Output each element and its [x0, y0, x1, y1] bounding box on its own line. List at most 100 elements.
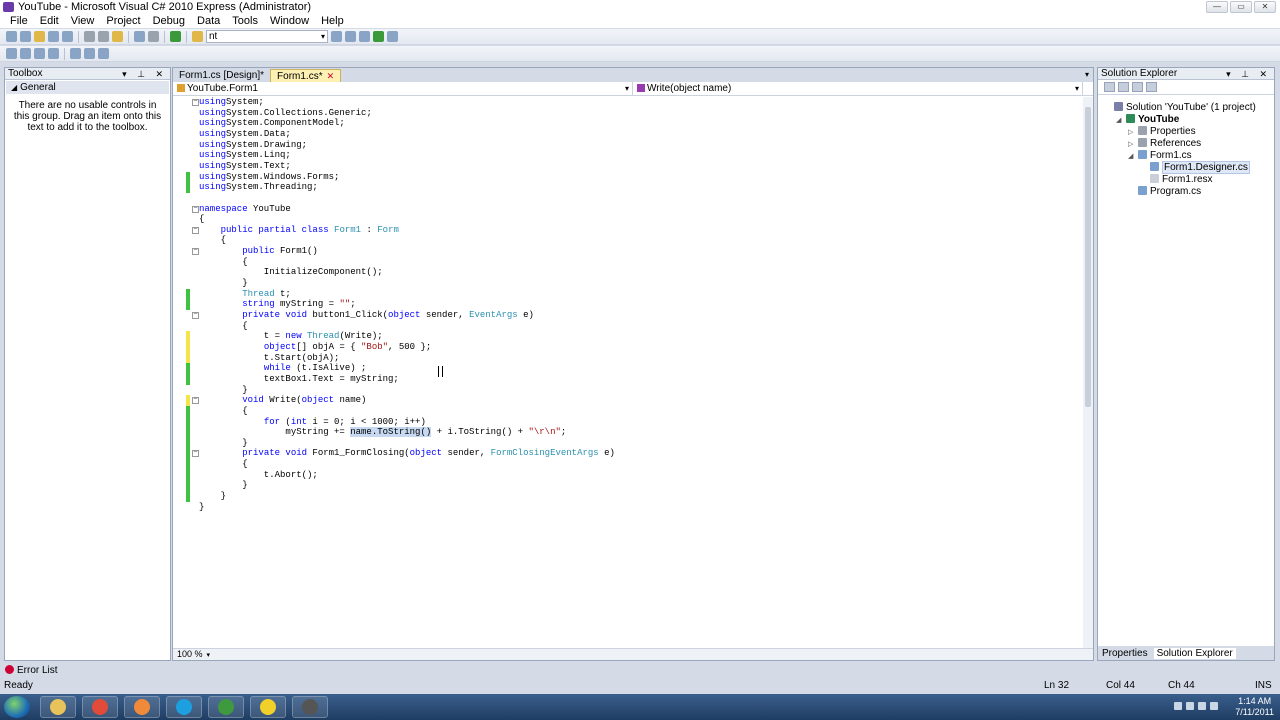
- code-line[interactable]: {: [173, 406, 1073, 417]
- code-line[interactable]: usingSystem.Threading;: [173, 182, 1073, 193]
- menu-project[interactable]: Project: [100, 14, 146, 28]
- code-line[interactable]: − void Write(object name): [173, 395, 1073, 406]
- menu-window[interactable]: Window: [264, 14, 315, 28]
- recorder-app[interactable]: [250, 696, 286, 718]
- tab-form1-design[interactable]: Form1.cs [Design]*: [173, 69, 270, 82]
- tab-properties[interactable]: Properties: [1102, 648, 1148, 659]
- code-line[interactable]: usingSystem.Data;: [173, 129, 1073, 140]
- tree-item[interactable]: Solution 'YouTube' (1 project): [1104, 102, 1256, 114]
- code-line[interactable]: − public Form1(): [173, 246, 1073, 257]
- menu-tools[interactable]: Tools: [226, 14, 264, 28]
- member-dropdown[interactable]: Write(object name) ▾: [633, 82, 1083, 95]
- collapse-icon[interactable]: −: [192, 450, 199, 457]
- properties-icon[interactable]: [345, 31, 356, 42]
- collapse-icon[interactable]: −: [192, 312, 199, 319]
- skype-app[interactable]: [166, 696, 202, 718]
- code-text-area[interactable]: − usingSystem; usingSystem.Collections.Gen…: [173, 97, 1085, 649]
- open-icon[interactable]: [34, 31, 45, 42]
- find-combo[interactable]: nt ▾: [206, 30, 328, 43]
- parameter-info-icon[interactable]: [20, 48, 31, 59]
- tree-item[interactable]: Form1.resx: [1140, 174, 1213, 186]
- code-line[interactable]: myString += name.ToString() + i.ToString…: [173, 427, 1073, 438]
- complete-word-icon[interactable]: [48, 48, 59, 59]
- code-line[interactable]: textBox1.Text = myString;: [173, 374, 1073, 385]
- menu-data[interactable]: Data: [191, 14, 226, 28]
- expand-icon[interactable]: ◢: [1128, 151, 1138, 163]
- code-line[interactable]: }: [173, 480, 1073, 491]
- bookmark-icon[interactable]: [98, 48, 109, 59]
- panel-pin-close-icons[interactable]: ▾ ⊥ ✕: [122, 68, 167, 80]
- uncomment-icon[interactable]: [84, 48, 95, 59]
- code-line[interactable]: t = new Thread(Write);: [173, 331, 1073, 342]
- solution-explorer-icon[interactable]: [331, 31, 342, 42]
- scrollbar-thumb[interactable]: [1085, 107, 1091, 407]
- tree-item[interactable]: Program.cs: [1128, 186, 1201, 198]
- copy-icon[interactable]: [98, 31, 109, 42]
- tree-item[interactable]: Form1.Designer.cs: [1140, 161, 1250, 174]
- cut-icon[interactable]: [84, 31, 95, 42]
- refresh-icon[interactable]: [1132, 82, 1143, 92]
- menu-debug[interactable]: Debug: [147, 14, 191, 28]
- media-app[interactable]: [292, 696, 328, 718]
- clock[interactable]: 1:14 AM 7/11/2011: [1235, 696, 1274, 718]
- code-line[interactable]: − private void Form1_FormClosing(object …: [173, 448, 1073, 459]
- expand-icon[interactable]: ◢: [1116, 115, 1126, 127]
- paste-icon[interactable]: [112, 31, 123, 42]
- code-line[interactable]: {: [173, 214, 1073, 225]
- object-browser-icon[interactable]: [373, 31, 384, 42]
- collapse-icon[interactable]: −: [192, 397, 199, 404]
- minimize-button[interactable]: —: [1206, 1, 1228, 13]
- toolbox-group-general[interactable]: ◢ General: [6, 81, 169, 94]
- code-line[interactable]: usingSystem.Text;: [173, 161, 1073, 172]
- code-line[interactable]: }: [173, 502, 1073, 513]
- zoom-level[interactable]: 100 %: [177, 649, 203, 659]
- paint-app[interactable]: [124, 696, 160, 718]
- code-line[interactable]: while (t.IsAlive) ;: [173, 363, 1073, 374]
- panel-pin-close-icons[interactable]: ▾ ⊥ ✕: [1226, 68, 1271, 80]
- menu-edit[interactable]: Edit: [34, 14, 65, 28]
- list-members-icon[interactable]: [6, 48, 17, 59]
- code-line[interactable]: string myString = "";: [173, 299, 1073, 310]
- code-line[interactable]: {: [173, 459, 1073, 470]
- start-page-icon[interactable]: [387, 31, 398, 42]
- comment-icon[interactable]: [70, 48, 81, 59]
- start-debugging-icon[interactable]: [170, 31, 181, 42]
- collapse-icon[interactable]: −: [192, 227, 199, 234]
- redo-icon[interactable]: [148, 31, 159, 42]
- flag-icon[interactable]: [1210, 702, 1218, 710]
- new-project-icon[interactable]: [6, 31, 17, 42]
- menu-help[interactable]: Help: [315, 14, 350, 28]
- code-line[interactable]: usingSystem.Linq;: [173, 150, 1073, 161]
- code-line[interactable]: − private void button1_Click(object send…: [173, 310, 1073, 321]
- code-line[interactable]: [173, 193, 1073, 204]
- code-line[interactable]: {: [173, 235, 1073, 246]
- vertical-scrollbar[interactable]: [1083, 97, 1093, 649]
- code-line[interactable]: − usingSystem;: [173, 97, 1073, 108]
- close-button[interactable]: ✕: [1254, 1, 1276, 13]
- maximize-button[interactable]: ▭: [1230, 1, 1252, 13]
- find-in-files-icon[interactable]: [192, 31, 203, 42]
- explorer-app[interactable]: [40, 696, 76, 718]
- tab-form1-cs[interactable]: Form1.cs* ✕: [270, 69, 342, 82]
- code-line[interactable]: }: [173, 278, 1073, 289]
- start-button[interactable]: [4, 696, 30, 718]
- chrome-app[interactable]: [82, 696, 118, 718]
- code-line[interactable]: usingSystem.ComponentModel;: [173, 118, 1073, 129]
- close-icon[interactable]: ✕: [327, 71, 335, 81]
- collapse-icon[interactable]: −: [192, 99, 199, 106]
- collapse-icon[interactable]: −: [192, 248, 199, 255]
- tab-solution-explorer[interactable]: Solution Explorer: [1153, 647, 1236, 659]
- collapse-icon[interactable]: −: [192, 206, 199, 213]
- undo-icon[interactable]: [134, 31, 145, 42]
- menu-file[interactable]: File: [4, 14, 34, 28]
- properties-icon[interactable]: [1104, 82, 1115, 92]
- view-code-icon[interactable]: [1146, 82, 1157, 92]
- menu-view[interactable]: View: [65, 14, 101, 28]
- type-dropdown[interactable]: YouTube.Form1 ▾: [173, 82, 633, 95]
- code-line[interactable]: object[] objA = { "Bob", 500 };: [173, 342, 1073, 353]
- chevron-down-icon[interactable]: ▾: [207, 652, 211, 659]
- chevron-down-icon[interactable]: ▾: [1085, 70, 1089, 79]
- save-icon[interactable]: [48, 31, 59, 42]
- toolbox-icon[interactable]: [359, 31, 370, 42]
- code-line[interactable]: InitializeComponent();: [173, 267, 1073, 278]
